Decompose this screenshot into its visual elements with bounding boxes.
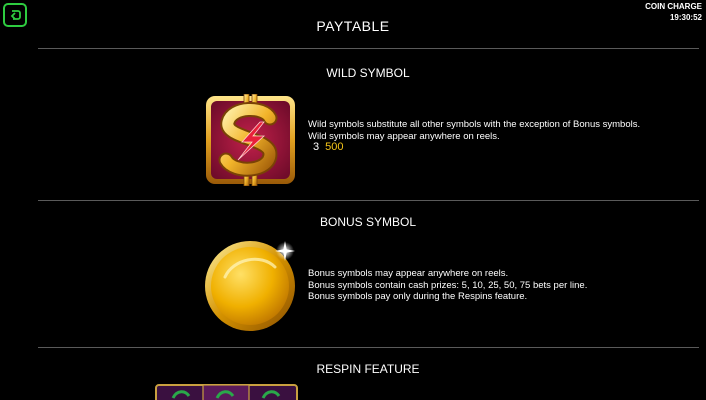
payout-count: 3 xyxy=(313,141,320,153)
payout-value: 500 xyxy=(325,141,344,153)
wild-description: Wild symbols substitute all other symbol… xyxy=(308,119,640,142)
coin-charge-label: COIN CHARGE xyxy=(645,2,702,11)
respin-preview-image xyxy=(155,384,298,400)
page-title: PAYTABLE xyxy=(316,18,390,34)
divider xyxy=(38,347,699,348)
bonus-symbol-icon xyxy=(203,237,298,333)
wild-line-1: Wild symbols substitute all other symbol… xyxy=(308,119,641,130)
divider xyxy=(38,48,699,49)
bonus-description: Bonus symbols may appear anywhere on ree… xyxy=(308,268,587,303)
bonus-section-title: BONUS SYMBOL xyxy=(319,215,417,229)
wild-line-2: Wild symbols may appear anywhere on reel… xyxy=(308,130,500,142)
respin-section-title: RESPIN FEATURE xyxy=(316,362,420,376)
wild-payout: 3 500 xyxy=(313,141,343,153)
paytable-screen: COIN CHARGE 19:30:52 PAYTABLE WILD SYMBO… xyxy=(0,0,706,400)
bonus-line-1: Bonus symbols may appear anywhere on ree… xyxy=(308,268,509,279)
wild-section-title: WILD SYMBOL xyxy=(326,66,410,80)
wild-symbol-icon xyxy=(204,93,297,187)
bonus-line-2: Bonus symbols contain cash prizes: 5, 10… xyxy=(308,279,588,291)
divider xyxy=(38,200,699,201)
bonus-line-3: Bonus symbols pay only during the Respin… xyxy=(308,291,528,302)
